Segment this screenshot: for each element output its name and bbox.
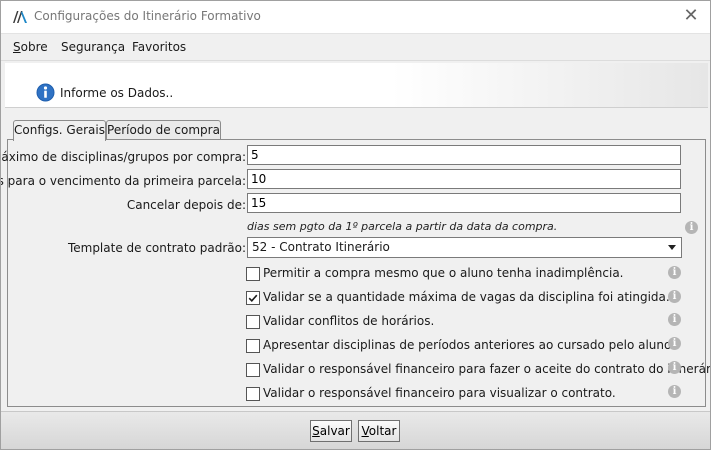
- option-checkbox-visualizar[interactable]: [246, 387, 260, 401]
- title-bar: Configurações do Itinerário Formativo ✕: [1, 1, 710, 34]
- option-label-inadimplencia: Permitir a compra mesmo que o aluno tenh…: [263, 266, 624, 280]
- tab-periodo-compra[interactable]: Período de compra: [106, 120, 221, 140]
- info-banner: Informe os Dados..: [5, 63, 708, 108]
- option-help-icon[interactable]: i: [668, 361, 681, 374]
- due-days-label: Dias para o vencimento da primeira parce…: [0, 174, 246, 188]
- app-logo-icon: [13, 11, 27, 23]
- tab-panel-configs-gerais: Máximo de disciplinas/grupos por compra:…: [1, 139, 710, 407]
- tab-configs-gerais[interactable]: Configs. Gerais: [13, 120, 106, 141]
- template-label: Template de contrato padrão:: [67, 241, 246, 255]
- option-help-icon[interactable]: i: [668, 337, 681, 350]
- option-checkbox-inadimplencia[interactable]: [246, 267, 260, 281]
- option-label-vagas: Validar se a quantidade máxima de vagas …: [263, 290, 670, 304]
- option-label-conflitos: Validar conflitos de horários.: [263, 314, 435, 328]
- cancel-hint: dias sem pgto da 1º parcela a partir da …: [247, 220, 558, 233]
- menu-seguranca[interactable]: Segurança: [61, 40, 125, 54]
- option-help-icon[interactable]: i: [668, 290, 681, 303]
- cancel-after-label: Cancelar depois de:: [126, 198, 246, 212]
- back-button[interactable]: Voltar: [358, 420, 400, 442]
- dialog-window: Configurações do Itinerário Formativo ✕ …: [0, 0, 711, 450]
- close-button[interactable]: ✕: [680, 5, 702, 27]
- info-icon: [36, 83, 55, 102]
- cancel-after-input[interactable]: [247, 193, 681, 213]
- option-label-periodos: Apresentar disciplinas de períodos anter…: [263, 338, 675, 352]
- option-label-aceite: Validar o responsável financeiro para fa…: [263, 362, 711, 376]
- option-checkbox-periodos[interactable]: [246, 339, 260, 353]
- template-select-value: 52 - Contrato Itinerário: [252, 240, 390, 254]
- button-bar: Salvar Voltar: [1, 411, 710, 449]
- option-checkbox-conflitos[interactable]: [246, 315, 260, 329]
- menu-bar: Sobre Segurança Favoritos: [1, 34, 710, 61]
- option-checkbox-vagas[interactable]: [246, 291, 260, 305]
- menu-sobre[interactable]: Sobre: [13, 40, 48, 54]
- cancel-help-icon[interactable]: i: [685, 221, 698, 234]
- checkmark-icon: [248, 294, 258, 302]
- template-select[interactable]: 52 - Contrato Itinerário: [247, 237, 682, 258]
- option-checkbox-aceite[interactable]: [246, 363, 260, 377]
- menu-favoritos[interactable]: Favoritos: [132, 40, 186, 54]
- chevron-down-icon: [668, 245, 676, 250]
- close-icon: ✕: [683, 5, 699, 26]
- option-help-icon[interactable]: i: [668, 385, 681, 398]
- option-help-icon[interactable]: i: [668, 266, 681, 279]
- due-days-input[interactable]: [247, 169, 681, 189]
- max-disciplines-input[interactable]: [247, 145, 681, 165]
- option-help-icon[interactable]: i: [668, 313, 681, 326]
- save-button[interactable]: Salvar: [310, 420, 352, 442]
- window-title: Configurações do Itinerário Formativo: [34, 9, 261, 23]
- option-label-visualizar: Validar o responsável financeiro para vi…: [263, 386, 616, 400]
- max-disciplines-label: Máximo de disciplinas/grupos por compra:: [0, 150, 246, 164]
- banner-message: Informe os Dados..: [60, 86, 174, 100]
